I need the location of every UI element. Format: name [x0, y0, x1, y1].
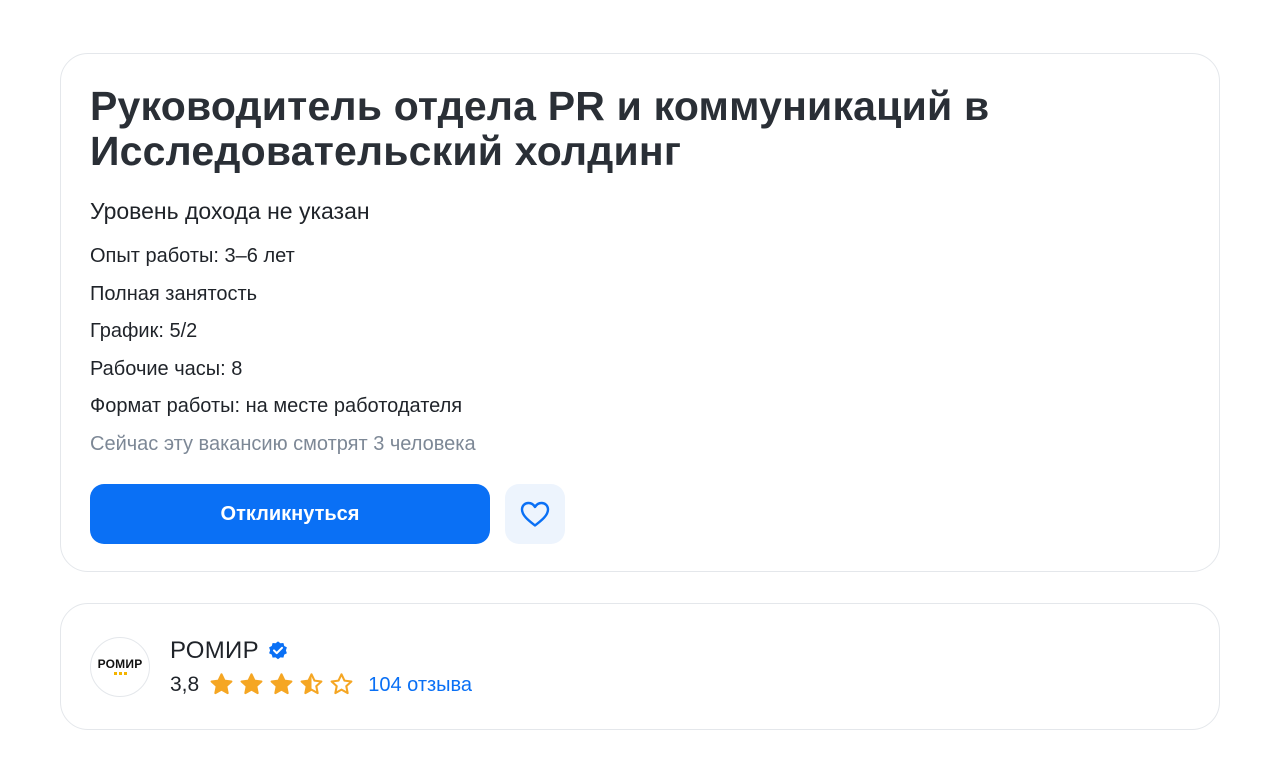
schedule-fact: График: 5/2 — [90, 320, 198, 342]
rating-row: 3,8 104 отзыва — [170, 672, 472, 698]
apply-button[interactable]: Откликнуться — [90, 484, 490, 544]
salary-info: Уровень дохода не указан — [90, 198, 370, 224]
star-half-icon — [300, 673, 323, 695]
company-logo-dots — [113, 672, 127, 675]
company-card: РОМИР РОМИР 3,8 104 отзыва — [60, 603, 1220, 730]
verified-badge-icon — [269, 640, 287, 659]
rating-value: 3,8 — [170, 672, 200, 696]
company-logo[interactable]: РОМИР — [90, 636, 150, 697]
star-full-icon — [270, 673, 293, 695]
company-info: РОМИР 3,8 104 отзыва — [170, 636, 472, 698]
viewers-count-text: Сейчас эту вакансию смотрят 3 человека — [90, 432, 476, 455]
vacancy-title: Руководитель отдела PR и коммуникаций в … — [90, 83, 990, 174]
employment-fact: Полная занятость — [90, 282, 258, 305]
vacancy-actions: Откликнуться — [90, 484, 565, 544]
experience-fact: Опыт работы: 3–6 лет — [90, 245, 295, 267]
company-name-row: РОМИР — [170, 636, 472, 666]
company-name[interactable]: РОМИР — [170, 636, 259, 666]
company-logo-text: РОМИР — [97, 657, 143, 671]
reviews-link[interactable]: 104 отзыва — [368, 672, 472, 698]
company-row: РОМИР РОМИР 3,8 104 отзыва — [90, 604, 1190, 729]
work-format-fact: Формат работы: на месте работодателя — [90, 395, 463, 417]
star-full-icon — [240, 673, 263, 695]
vacancy-facts: Опыт работы: 3–6 лет Полная занятость Гр… — [90, 238, 1190, 463]
working-hours-fact: Рабочие часы: 8 — [90, 357, 243, 380]
vacancy-card: Руководитель отдела PR и коммуникаций в … — [60, 53, 1220, 572]
favorite-button[interactable] — [505, 484, 565, 544]
heart-icon — [520, 501, 550, 527]
star-full-icon — [210, 673, 233, 695]
star-empty-icon — [330, 673, 353, 695]
rating-stars — [209, 672, 354, 697]
